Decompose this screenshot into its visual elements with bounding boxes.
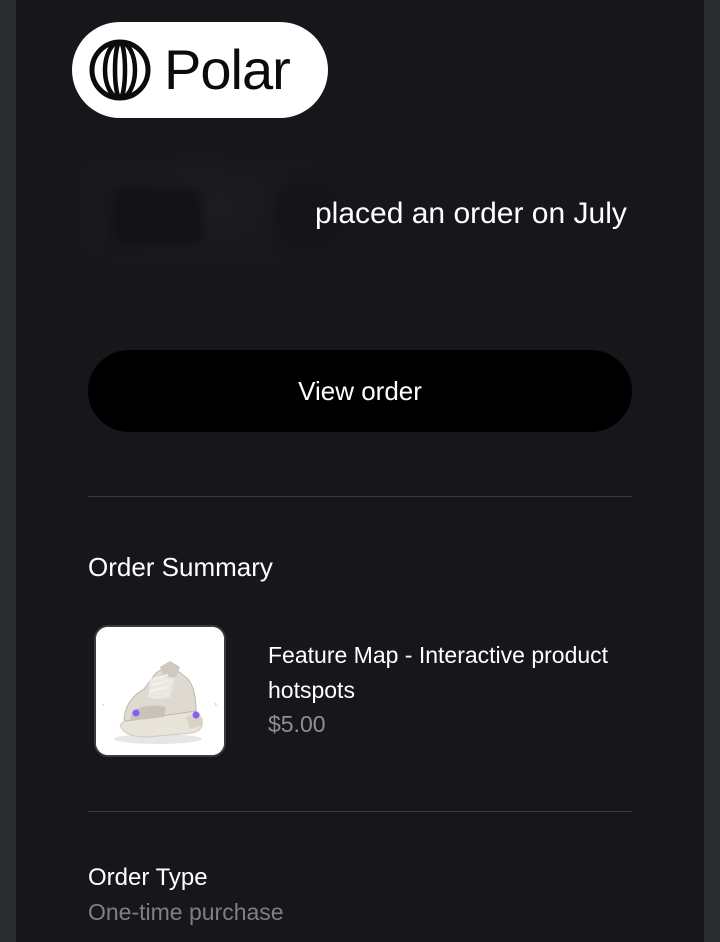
order-type-label: Order Type — [88, 864, 208, 891]
svg-text:‹: ‹ — [102, 700, 105, 709]
sneaker-image: ‹ › — [96, 627, 224, 755]
email-page: Polar placed an order on July View order… — [16, 0, 704, 942]
divider — [88, 496, 632, 497]
brand-name: Polar — [164, 38, 291, 101]
divider — [88, 811, 632, 812]
product-name: Feature Map - Interactive product hotspo… — [268, 642, 609, 703]
order-type-value: One-time purchase — [88, 899, 284, 925]
svg-text:›: › — [214, 700, 217, 709]
order-summary-title: Order Summary — [88, 552, 273, 582]
polar-logo-icon — [89, 39, 151, 101]
polar-logo: Polar — [72, 22, 328, 118]
view-order-button[interactable]: View order — [88, 350, 632, 432]
redacted-customer-name — [76, 152, 346, 272]
product-thumbnail[interactable]: ‹ › — [94, 625, 226, 757]
order-headline: placed an order on July — [315, 197, 627, 230]
product-price: $5.00 — [268, 711, 326, 737]
